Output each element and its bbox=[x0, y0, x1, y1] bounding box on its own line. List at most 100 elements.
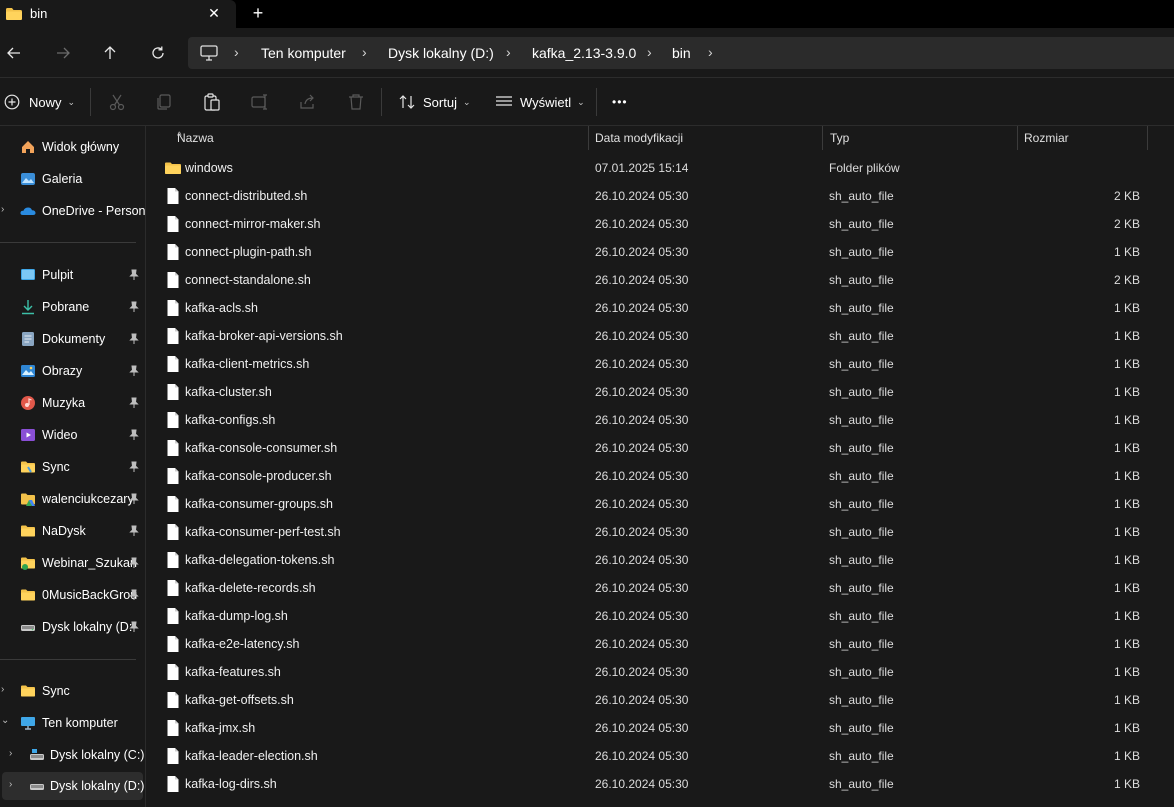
file-size: 1 KB bbox=[1113, 609, 1140, 623]
chevron-right-icon[interactable]: › bbox=[708, 44, 713, 60]
downloads-icon bbox=[22, 300, 34, 315]
sidebar-item-label: NaDysk bbox=[42, 524, 86, 538]
chevron-right-icon[interactable]: › bbox=[1, 684, 4, 695]
sidebar-item-documents[interactable]: Dokumenty bbox=[0, 325, 145, 353]
close-tab-button[interactable]: ✕ bbox=[204, 3, 224, 23]
file-row[interactable]: connect-standalone.sh 26.10.2024 05:30 sh_… bbox=[147, 266, 1174, 294]
sidebar-item-sync[interactable]: Sync bbox=[0, 453, 145, 481]
sidebar-item-gallery[interactable]: Galeria bbox=[0, 165, 145, 193]
file-row[interactable]: kafka-console-consumer.sh 26.10.2024 05:3… bbox=[147, 434, 1174, 462]
column-header-size[interactable]: Rozmiar bbox=[1016, 126, 1146, 152]
column-header-type[interactable]: Typ bbox=[822, 126, 1017, 152]
sort-button[interactable]: Sortuj ⌄ bbox=[398, 90, 471, 114]
chevron-down-icon[interactable]: ⌄ bbox=[1, 715, 9, 726]
forward-button[interactable] bbox=[51, 41, 75, 65]
file-row[interactable]: kafka-e2e-latency.sh 26.10.2024 05:30 sh_a… bbox=[147, 630, 1174, 658]
chevron-right-icon[interactable]: › bbox=[9, 748, 12, 759]
rename-icon[interactable] bbox=[250, 92, 270, 112]
folder-icon bbox=[21, 461, 35, 473]
home-icon bbox=[22, 141, 34, 153]
share-icon[interactable] bbox=[298, 92, 318, 112]
file-size: 1 KB bbox=[1113, 469, 1140, 483]
folder-icon bbox=[21, 685, 35, 697]
sidebar-item-downloads[interactable]: Pobrane bbox=[0, 293, 145, 321]
file-row[interactable]: kafka-delegation-tokens.sh 26.10.2024 05:… bbox=[147, 546, 1174, 574]
sidebar-item-webinar[interactable]: Webinar_Szukan bbox=[0, 549, 145, 577]
cut-icon[interactable] bbox=[107, 92, 127, 112]
column-date-label: Data modyfikacji bbox=[595, 131, 684, 145]
file-size: 2 KB bbox=[1113, 217, 1140, 231]
new-tab-button[interactable]: + bbox=[247, 2, 269, 24]
file-row[interactable]: kafka-client-metrics.sh 26.10.2024 05:30 s… bbox=[147, 350, 1174, 378]
file-row[interactable]: connect-plugin-path.sh 26.10.2024 05:30 sh… bbox=[147, 238, 1174, 266]
breadcrumb-kafka[interactable]: kafka_2.13-3.9.0 bbox=[532, 45, 636, 61]
sidebar-item-0musicbackgrou[interactable]: 0MusicBackGrou bbox=[0, 581, 145, 609]
file-row[interactable]: kafka-dump-log.sh 26.10.2024 05:30 sh_auto… bbox=[147, 602, 1174, 630]
address-bar[interactable]: › Ten komputer › Dysk lokalny (D:) › kaf… bbox=[188, 37, 1174, 69]
file-row[interactable]: kafka-log-dirs.sh 26.10.2024 05:30 sh_auto… bbox=[147, 770, 1174, 798]
file-row[interactable]: kafka-consumer-perf-test.sh 26.10.2024 05… bbox=[147, 518, 1174, 546]
chevron-right-icon[interactable]: › bbox=[506, 44, 511, 60]
file-row[interactable]: connect-distributed.sh 26.10.2024 05:30 sh… bbox=[147, 182, 1174, 210]
file-row[interactable]: kafka-broker-api-versions.sh 26.10.2024 0… bbox=[147, 322, 1174, 350]
breadcrumb-dysk-d[interactable]: Dysk lokalny (D:) bbox=[388, 45, 494, 61]
chevron-right-icon[interactable]: › bbox=[9, 779, 12, 790]
sidebar-item-home[interactable]: Widok główny bbox=[0, 133, 145, 161]
file-name: kafka-features.sh bbox=[185, 665, 281, 679]
file-size: 1 KB bbox=[1113, 665, 1140, 679]
file-row[interactable]: connect-mirror-maker.sh 26.10.2024 05:30 s… bbox=[147, 210, 1174, 238]
file-row[interactable]: kafka-get-offsets.sh 26.10.2024 05:30 sh_a… bbox=[147, 686, 1174, 714]
sidebar-item-videos[interactable]: Wideo bbox=[0, 421, 145, 449]
tab-bin[interactable]: bin ✕ bbox=[0, 0, 236, 28]
new-button[interactable]: Nowy ⌄ bbox=[4, 90, 75, 114]
breadcrumb-bin[interactable]: bin bbox=[672, 45, 691, 61]
sidebar-item-onedrive[interactable]: › OneDrive - Persona bbox=[0, 197, 145, 225]
up-button[interactable] bbox=[98, 41, 122, 65]
column-divider[interactable] bbox=[1147, 126, 1148, 150]
file-row[interactable]: kafka-features.sh 26.10.2024 05:30 sh_auto… bbox=[147, 658, 1174, 686]
file-row[interactable]: kafka-console-producer.sh 26.10.2024 05:3… bbox=[147, 462, 1174, 490]
file-row[interactable]: kafka-jmx.sh 26.10.2024 05:30 sh_auto_file… bbox=[147, 714, 1174, 742]
file-type: sh_auto_file bbox=[829, 469, 894, 483]
chevron-right-icon[interactable]: › bbox=[647, 44, 652, 60]
file-row[interactable]: kafka-acls.sh 26.10.2024 05:30 sh_auto_fil… bbox=[147, 294, 1174, 322]
music-icon bbox=[21, 396, 35, 410]
column-header-date[interactable]: Data modyfikacji bbox=[587, 126, 822, 152]
divider bbox=[90, 88, 91, 116]
sidebar-item-dysk-d-pinned[interactable]: Dysk lokalny (D: bbox=[0, 613, 145, 641]
refresh-button[interactable] bbox=[146, 41, 170, 65]
sidebar-item-desktop[interactable]: Pulpit bbox=[0, 261, 145, 289]
sidebar-item-sync-tree[interactable]: › Sync bbox=[0, 677, 145, 705]
file-row[interactable]: kafka-delete-records.sh 26.10.2024 05:30 s… bbox=[147, 574, 1174, 602]
file-row[interactable]: kafka-configs.sh 26.10.2024 05:30 sh_auto_… bbox=[147, 406, 1174, 434]
sidebar-item-ten-komputer[interactable]: ⌄ Ten komputer bbox=[0, 709, 145, 737]
delete-icon[interactable] bbox=[346, 92, 366, 112]
chevron-right-icon[interactable]: › bbox=[362, 44, 367, 60]
view-button[interactable]: Wyświetl ⌄ bbox=[495, 90, 585, 114]
file-date: 26.10.2024 05:30 bbox=[595, 469, 689, 483]
breadcrumb-ten-komputer[interactable]: Ten komputer bbox=[261, 45, 346, 61]
file-name: kafka-dump-log.sh bbox=[185, 609, 288, 623]
file-type: sh_auto_file bbox=[829, 441, 894, 455]
sidebar-item-music[interactable]: Muzyka bbox=[0, 389, 145, 417]
sidebar-item-pictures[interactable]: Obrazy bbox=[0, 357, 145, 385]
paste-icon[interactable] bbox=[202, 92, 222, 112]
sidebar-item-dysk-d[interactable]: › Dysk lokalny (D:) bbox=[2, 772, 144, 800]
copy-icon[interactable] bbox=[154, 92, 174, 112]
more-options-button[interactable]: ••• bbox=[612, 90, 628, 114]
plus-circle-icon bbox=[4, 94, 20, 110]
desktop-icon bbox=[21, 269, 35, 280]
file-row[interactable]: kafka-cluster.sh 26.10.2024 05:30 sh_auto_… bbox=[147, 378, 1174, 406]
chevron-right-icon[interactable]: › bbox=[1, 204, 4, 215]
file-row[interactable]: kafka-leader-election.sh 26.10.2024 05:30… bbox=[147, 742, 1174, 770]
back-button[interactable] bbox=[2, 41, 26, 65]
file-row[interactable]: kafka-consumer-groups.sh 26.10.2024 05:30… bbox=[147, 490, 1174, 518]
file-type: sh_auto_file bbox=[829, 581, 894, 595]
file-name: kafka-consumer-perf-test.sh bbox=[185, 525, 341, 539]
sidebar-item-nadysk[interactable]: NaDysk bbox=[0, 517, 145, 545]
file-name: kafka-delete-records.sh bbox=[185, 581, 316, 595]
sidebar-item-dysk-c[interactable]: › Dysk lokalny (C:) bbox=[0, 741, 145, 769]
sidebar-item-walenciukcezary[interactable]: walenciukcezary bbox=[0, 485, 145, 513]
column-header-name[interactable]: Nazwa ^ bbox=[169, 126, 589, 152]
file-row[interactable]: windows 07.01.2025 15:14 Folder plików bbox=[147, 154, 1174, 182]
